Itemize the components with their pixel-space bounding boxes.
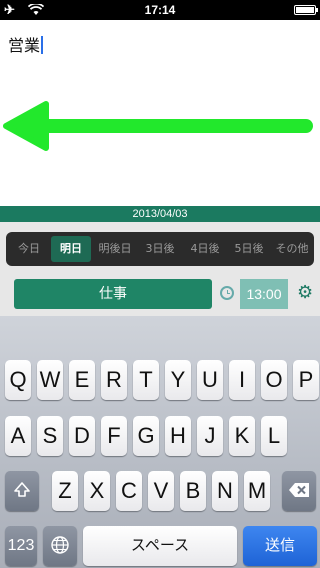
key-u[interactable]: U — [197, 360, 223, 400]
send-key[interactable]: 送信 — [243, 526, 317, 566]
date-label: 2013/04/03 — [0, 206, 320, 222]
key-j[interactable]: J — [197, 416, 223, 456]
key-h[interactable]: H — [165, 416, 191, 456]
space-key[interactable]: スペース — [83, 526, 237, 566]
text-caret — [41, 36, 44, 54]
key-r[interactable]: R — [101, 360, 127, 400]
day-option-4days[interactable]: 4日後 — [184, 236, 226, 262]
day-option-5days[interactable]: 5日後 — [228, 236, 270, 262]
key-o[interactable]: O — [261, 360, 287, 400]
backspace-icon — [289, 483, 309, 497]
key-y[interactable]: Y — [165, 360, 191, 400]
key-i[interactable]: I — [229, 360, 255, 400]
key-f[interactable]: F — [101, 416, 127, 456]
key-n[interactable]: N — [212, 471, 238, 511]
day-option-3days[interactable]: 3日後 — [139, 236, 181, 262]
key-s[interactable]: S — [37, 416, 63, 456]
key-q[interactable]: Q — [5, 360, 31, 400]
status-time: 17:14 — [144, 3, 176, 17]
key-x[interactable]: X — [84, 471, 110, 511]
key-p[interactable]: P — [293, 360, 319, 400]
day-selector: 今日 明日 明後日 3日後 4日後 5日後 その他 — [6, 232, 314, 266]
key-m[interactable]: M — [244, 471, 270, 511]
day-option-today[interactable]: 今日 — [10, 236, 48, 262]
clock-icon — [220, 286, 234, 300]
key-v[interactable]: V — [148, 471, 174, 511]
left-arrow-icon — [3, 101, 313, 151]
time-button[interactable]: 13:00 — [240, 279, 288, 309]
shift-key[interactable] — [5, 471, 39, 511]
globe-icon — [51, 536, 69, 554]
keyboard: Q W E R T Y U I O P A S D F G H J K L Z … — [0, 316, 320, 568]
key-d[interactable]: D — [69, 416, 95, 456]
schedule-panel: 今日 明日 明後日 3日後 4日後 5日後 その他 仕事 13:00 ⚙ — [0, 222, 320, 316]
backspace-key[interactable] — [282, 471, 316, 511]
key-t[interactable]: T — [133, 360, 159, 400]
text-editor[interactable]: 営業 — [0, 20, 320, 206]
globe-key[interactable] — [43, 526, 77, 566]
key-l[interactable]: L — [261, 416, 287, 456]
editor-text-line: 営業 — [8, 32, 44, 56]
key-k[interactable]: K — [229, 416, 255, 456]
day-option-day-after[interactable]: 明後日 — [94, 236, 136, 262]
key-b[interactable]: B — [180, 471, 206, 511]
editor-text: 営業 — [8, 36, 41, 55]
numbers-key[interactable]: 123 — [5, 526, 37, 566]
key-z[interactable]: Z — [52, 471, 78, 511]
status-bar: ✈ 17:14 — [0, 0, 320, 20]
gear-icon[interactable]: ⚙ — [297, 284, 313, 302]
day-option-other[interactable]: その他 — [272, 236, 312, 262]
key-a[interactable]: A — [5, 416, 31, 456]
key-w[interactable]: W — [37, 360, 63, 400]
key-e[interactable]: E — [69, 360, 95, 400]
shift-icon — [14, 482, 30, 497]
day-option-tomorrow[interactable]: 明日 — [51, 236, 91, 262]
battery-icon — [294, 5, 318, 15]
keyboard-accessory-bar — [0, 316, 320, 352]
job-button[interactable]: 仕事 — [14, 279, 212, 309]
key-g[interactable]: G — [133, 416, 159, 456]
key-c[interactable]: C — [116, 471, 142, 511]
